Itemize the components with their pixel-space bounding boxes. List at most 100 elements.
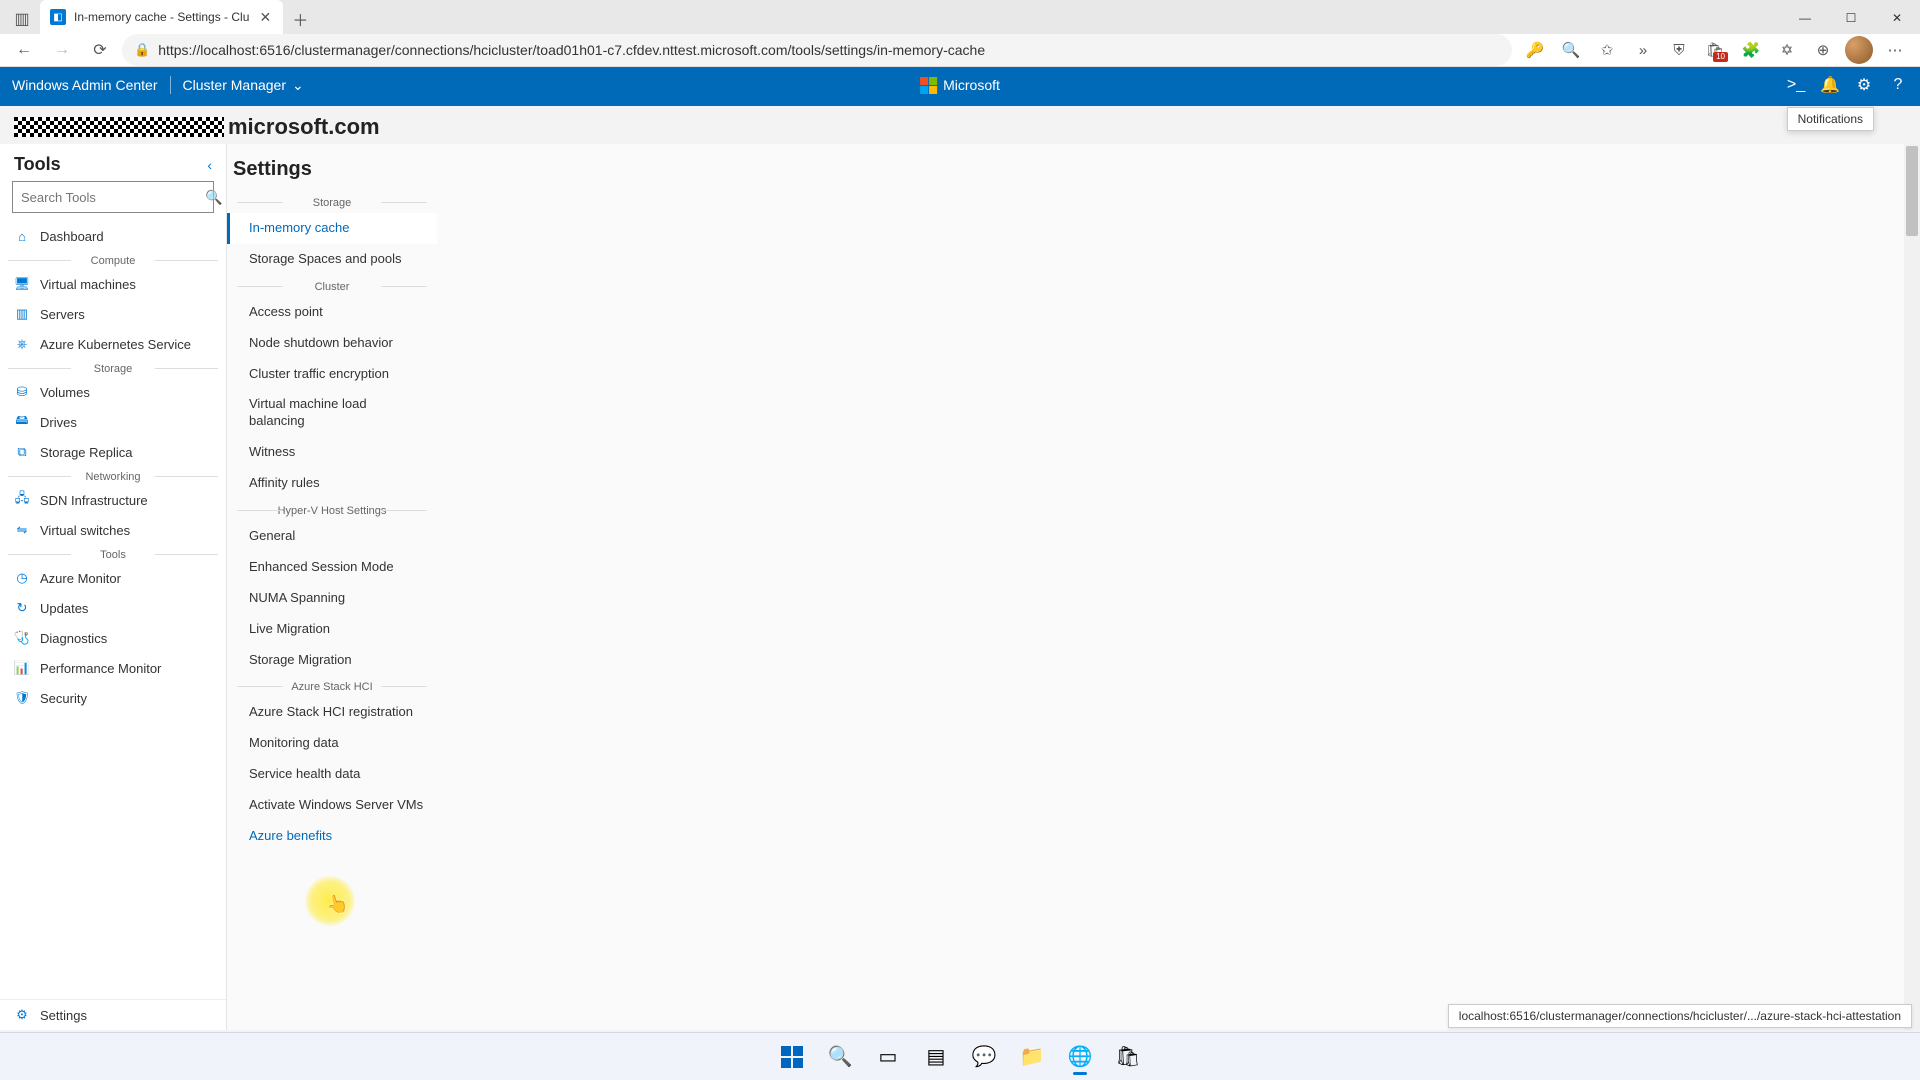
perf-icon: 📊 <box>14 660 30 676</box>
context-label: Cluster Manager <box>183 77 287 93</box>
settings-item-affinity-rules[interactable]: Affinity rules <box>227 468 437 499</box>
search-icon[interactable]: 🔍 <box>205 189 222 206</box>
browser-tab[interactable]: ◧ In-memory cache - Settings - Clu ✕ <box>40 0 283 34</box>
address-bar: ← → ⟳ 🔒 https://localhost:6516/clusterma… <box>0 34 1920 67</box>
tools-panel: Tools ‹ 🔍 ⌂DashboardCompute🖥Virtual mach… <box>0 144 227 1030</box>
settings-item-enhanced-session-mode[interactable]: Enhanced Session Mode <box>227 552 437 583</box>
sidebar-item-servers[interactable]: ▥Servers <box>0 299 226 329</box>
favorite-icon[interactable]: ✩ <box>1590 34 1624 66</box>
notifications-icon[interactable]: 🔔 <box>1820 75 1840 95</box>
minimize-button[interactable]: — <box>1782 2 1828 34</box>
sidebar-item-label: Virtual machines <box>40 277 136 292</box>
context-dropdown[interactable]: Cluster Manager ⌄ <box>183 77 304 94</box>
sidebar-item-label: Drives <box>40 415 77 430</box>
reload-button[interactable]: ⟳ <box>84 34 116 66</box>
scrollbar-thumb[interactable] <box>1906 146 1918 236</box>
settings-group-header: Storage <box>237 191 427 213</box>
wac-brand[interactable]: Windows Admin Center <box>12 77 158 93</box>
url-input[interactable]: 🔒 https://localhost:6516/clustermanager/… <box>122 34 1512 66</box>
settings-item-storage-migration[interactable]: Storage Migration <box>227 645 437 676</box>
tab-actions-button[interactable]: ▥ <box>6 4 38 34</box>
window-controls: — ☐ ✕ <box>1782 2 1920 34</box>
search-input[interactable] <box>13 190 205 205</box>
notifications-tooltip: Notifications <box>1787 107 1874 131</box>
diag-icon: 🩺 <box>14 630 30 646</box>
maximize-button[interactable]: ☐ <box>1828 2 1874 34</box>
sidebar-item-dashboard[interactable]: ⌂Dashboard <box>0 221 226 251</box>
security-icon: 🛡 <box>14 690 30 706</box>
sidebar-item-label: Security <box>40 691 87 706</box>
settings-item-numa-spanning[interactable]: NUMA Spanning <box>227 583 437 614</box>
sidebar-item-storage-replica[interactable]: ⧉Storage Replica <box>0 437 226 467</box>
shopping-icon[interactable]: 🛍10 <box>1698 34 1732 66</box>
connection-hostname: microsoft.com <box>0 106 1920 144</box>
sidebar-item-drives[interactable]: 🖴Drives <box>0 407 226 437</box>
chat-button[interactable]: 💬 <box>963 1037 1005 1077</box>
sidebar-item-settings[interactable]: ⚙ Settings <box>0 999 226 1030</box>
settings-item-witness[interactable]: Witness <box>227 437 437 468</box>
settings-item-general[interactable]: General <box>227 521 437 552</box>
back-button[interactable]: ← <box>8 34 40 66</box>
sidebar-item-volumes[interactable]: ⛁Volumes <box>0 377 226 407</box>
close-window-button[interactable]: ✕ <box>1874 2 1920 34</box>
taskbar-search-button[interactable]: 🔍 <box>819 1037 861 1077</box>
settings-gear-icon[interactable]: ⚙ <box>1854 75 1874 95</box>
sidebar-item-virtual-switches[interactable]: ⇋Virtual switches <box>0 515 226 545</box>
sidebar-item-azure-kubernetes-service[interactable]: ⎈Azure Kubernetes Service <box>0 329 226 359</box>
start-button[interactable] <box>771 1037 813 1077</box>
sidebar-item-label: Settings <box>40 1008 87 1023</box>
collapse-tools-button[interactable]: ‹ <box>207 157 212 173</box>
widgets-button[interactable]: ▤ <box>915 1037 957 1077</box>
settings-item-cluster-traffic-encryption[interactable]: Cluster traffic encryption <box>227 359 437 390</box>
favicon-icon: ◧ <box>50 9 66 25</box>
file-explorer-button[interactable]: 📁 <box>1011 1037 1053 1077</box>
sidebar-item-diagnostics[interactable]: 🩺Diagnostics <box>0 623 226 653</box>
close-tab-button[interactable]: ✕ <box>257 9 273 25</box>
tools-search[interactable]: 🔍 <box>12 181 214 213</box>
settings-item-service-health-data[interactable]: Service health data <box>227 759 437 790</box>
updates-icon: ↻ <box>14 600 30 616</box>
sidebar-item-updates[interactable]: ↻ Updates <box>0 593 226 623</box>
settings-item-live-migration[interactable]: Live Migration <box>227 614 437 645</box>
settings-item-activate-windows-server-vms[interactable]: Activate Windows Server VMs <box>227 790 437 821</box>
profile-button[interactable] <box>1842 34 1876 66</box>
shield-icon[interactable]: ⛨ <box>1662 34 1696 66</box>
sidebar-item-security[interactable]: 🛡 Security <box>0 683 226 713</box>
sidebar-item-label: Updates <box>40 601 88 616</box>
settings-item-node-shutdown-behavior[interactable]: Node shutdown behavior <box>227 328 437 359</box>
sidebar-item-virtual-machines[interactable]: 🖥 Virtual machines <box>0 269 226 299</box>
zoom-icon[interactable]: 🔍 <box>1554 34 1588 66</box>
sidebar-item-azure-monitor[interactable]: ◷Azure Monitor <box>0 563 226 593</box>
settings-group-header: Cluster <box>237 275 427 297</box>
settings-group-header: Azure Stack HCI <box>237 675 427 697</box>
settings-title: Settings <box>227 158 437 191</box>
sidebar-item-sdn-infrastructure[interactable]: 🖧SDN Infrastructure <box>0 485 226 515</box>
settings-content <box>437 144 1920 1030</box>
vm-icon: 🖥 <box>14 276 30 292</box>
help-icon[interactable]: ? <box>1888 75 1908 95</box>
settings-item-monitoring-data[interactable]: Monitoring data <box>227 728 437 759</box>
server-icon: ▥ <box>14 306 30 322</box>
settings-item-in-memory-cache[interactable]: In-memory cache <box>227 213 437 244</box>
password-icon[interactable]: 🔑 <box>1518 34 1552 66</box>
task-view-button[interactable]: ▭ <box>867 1037 909 1077</box>
edge-button[interactable]: 🌐 <box>1059 1037 1101 1077</box>
settings-item-azure-benefits[interactable]: Azure benefits <box>227 821 437 852</box>
new-tab-button[interactable]: ＋ <box>285 4 315 34</box>
powershell-icon[interactable]: >_ <box>1786 75 1806 95</box>
status-link-preview: localhost:6516/clustermanager/connection… <box>1448 1004 1912 1028</box>
settings-item-storage-spaces-and-pools[interactable]: Storage Spaces and pools <box>227 244 437 275</box>
sidebar-item-performance-monitor[interactable]: 📊Performance Monitor <box>0 653 226 683</box>
settings-item-azure-stack-hci-registration[interactable]: Azure Stack HCI registration <box>227 697 437 728</box>
menu-button[interactable]: ⋯ <box>1878 34 1912 66</box>
store-button[interactable]: 🛍 <box>1107 1037 1149 1077</box>
extensions-icon[interactable]: 🧩 <box>1734 34 1768 66</box>
forward-button[interactable]: → <box>46 34 78 66</box>
tab-bar: ▥ ◧ In-memory cache - Settings - Clu ✕ ＋… <box>0 0 1920 34</box>
settings-item-access-point[interactable]: Access point <box>227 297 437 328</box>
overflow-extensions-icon[interactable]: » <box>1626 34 1660 66</box>
favorites-bar-icon[interactable]: ✡ <box>1770 34 1804 66</box>
settings-item-virtual-machine-load-balancing[interactable]: Virtual machine load balancing <box>227 389 437 437</box>
collections-icon[interactable]: ⊕ <box>1806 34 1840 66</box>
scrollbar[interactable] <box>1904 144 1920 1030</box>
